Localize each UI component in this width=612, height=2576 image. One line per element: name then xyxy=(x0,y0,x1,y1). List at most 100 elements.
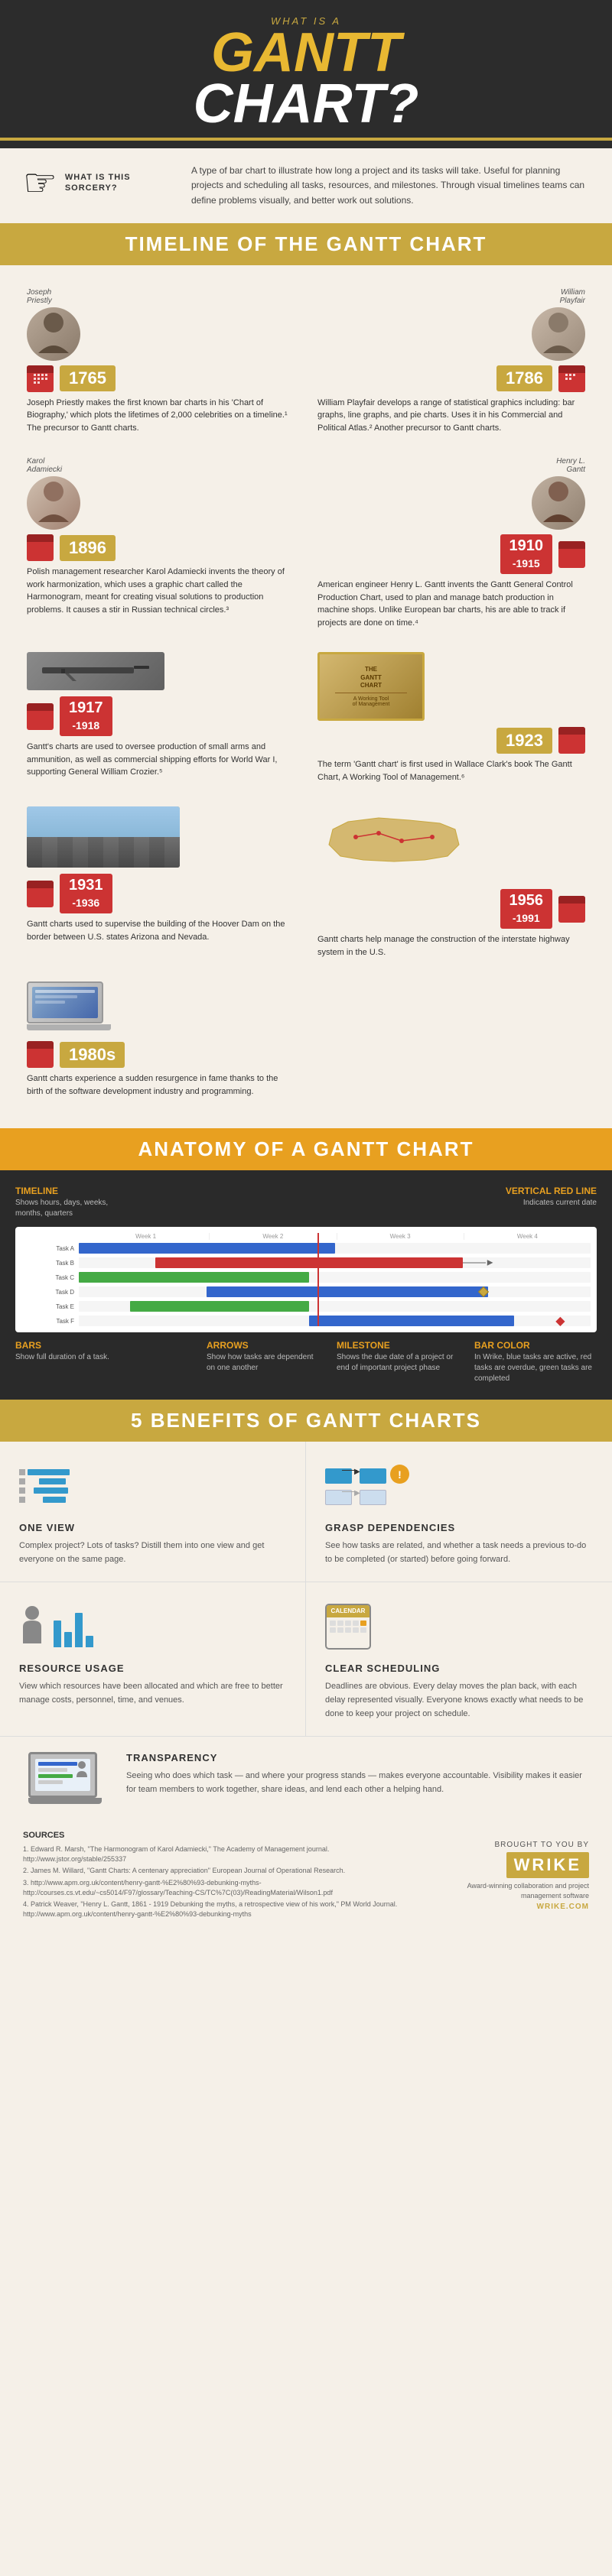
timeline-text-1786: William Playfair develops a range of sta… xyxy=(317,397,585,435)
calendar-icon-1917 xyxy=(27,703,54,730)
gantt-chart-visual: Week 1 Week 2 Week 3 Week 4 Task A Task … xyxy=(15,1227,597,1332)
gun-image xyxy=(27,652,164,690)
person-silhouette-icon xyxy=(19,1605,46,1647)
calendar-icon-1931 xyxy=(27,881,54,907)
date-badge-1923: 1923 xyxy=(496,728,552,754)
one-view-icon xyxy=(19,1469,88,1503)
timeline-row-1765-1786: JosephPriestly xyxy=(15,281,597,443)
gantt-silhouette-icon xyxy=(539,480,578,526)
anatomy-bars-title: Bars xyxy=(15,1340,109,1351)
anatomy-milestone-title: Milestone xyxy=(337,1340,459,1351)
sorcery-section: ☞ What is thisSorcery? A type of bar cha… xyxy=(0,148,612,223)
calendar-icon-1910 xyxy=(558,541,585,568)
anatomy-milestone-label: Milestone Shows the due date of a projec… xyxy=(337,1340,459,1374)
warning-triangle-icon: ! xyxy=(390,1465,409,1484)
calendar-grid-icon-1786 xyxy=(565,373,580,387)
timeline-item-1786: WilliamPlayfair 1786 xyxy=(306,281,597,443)
person-adamiecki-label: KarolAdamiecki xyxy=(27,457,295,474)
timeline-text-1980s: Gantt charts experience a sudden resurge… xyxy=(27,1072,295,1098)
timeline-text-1923: The term 'Gantt chart' is first used in … xyxy=(317,758,585,784)
timeline-item-1923: TheGanttChart A Working Toolof Managemen… xyxy=(306,644,597,791)
timeline-title: Timeline of the Gantt Chart xyxy=(9,232,603,256)
sources-section: Sources 1. Edward R. Marsh, "The Harmono… xyxy=(0,1819,612,1932)
hoover-dam-image xyxy=(27,806,180,868)
one-view-title: One View xyxy=(19,1522,286,1533)
gun-icon xyxy=(34,660,157,683)
timeline-row-1896-1910: KarolAdamiecki 1896 Polish management re… xyxy=(15,449,597,637)
date-badge-1910: 1910-1915 xyxy=(500,534,553,574)
timeline-item-1910: Henry L.Gantt 1910-1915 American eng xyxy=(306,449,597,637)
red-vertical-line xyxy=(317,1233,319,1326)
wrike-logo-text: Wrike xyxy=(514,1855,581,1874)
anatomy-timeline-title: Timeline xyxy=(15,1186,130,1196)
timeline-item-1931: 1931-1936 Gantt charts used to supervise… xyxy=(15,799,306,966)
anatomy-timeline-label: Timeline Shows hours, days, weeks, month… xyxy=(15,1186,130,1219)
date-badge-1765: 1765 xyxy=(60,365,116,391)
adamiecki-silhouette-icon xyxy=(34,480,73,526)
timeline-section-header: Timeline of the Gantt Chart xyxy=(0,223,612,265)
timeline-section: JosephPriestly xyxy=(0,265,612,1129)
anatomy-arrows-desc: Show how tasks are dependent on one anot… xyxy=(207,1352,321,1374)
timeline-empty-right xyxy=(306,974,597,1105)
wrike-logo: Wrike xyxy=(506,1852,589,1878)
anatomy-bar-color-label: Bar Color In Wrike, blue tasks are activ… xyxy=(474,1340,597,1384)
benefits-section-header: 5 Benefits of Gantt Charts xyxy=(0,1400,612,1442)
anatomy-arrows-title: Arrows xyxy=(207,1340,321,1351)
calendar-icon-1956 xyxy=(558,896,585,923)
person-adamiecki-portrait xyxy=(27,476,80,530)
anatomy-bottom-left-labels: Bars Show full duration of a task. xyxy=(15,1340,109,1384)
resource-usage-desc: View which resources have been allocated… xyxy=(19,1680,286,1707)
benefits-content: One View Complex project? Lots of tasks?… xyxy=(0,1442,612,1819)
timeline-item-1765: JosephPriestly xyxy=(15,281,306,443)
benefits-title: 5 Benefits of Gantt Charts xyxy=(9,1409,603,1432)
date-badge-1896: 1896 xyxy=(60,535,116,561)
transparency-desc: Seeing who does which task — and where y… xyxy=(126,1770,593,1796)
anatomy-bar-color-title: Bar Color xyxy=(474,1340,597,1351)
anatomy-redline-title: Vertical Red Line xyxy=(459,1186,597,1196)
clear-scheduling-icon: CALENDAR xyxy=(325,1604,371,1650)
person-playfair-label: WilliamPlayfair xyxy=(560,288,585,305)
timeline-row-1931-1956: 1931-1936 Gantt charts used to supervise… xyxy=(15,799,597,966)
anatomy-title: Anatomy of a Gantt Chart xyxy=(9,1137,603,1161)
person-priestley-label: JosephPriestly xyxy=(27,288,295,305)
anatomy-content: Timeline Shows hours, days, weeks, month… xyxy=(0,1170,612,1400)
timeline-text-1931: Gantt charts used to supervise the build… xyxy=(27,918,295,943)
sources-title: Sources xyxy=(23,1831,421,1840)
book-image: TheGanttChart A Working Toolof Managemen… xyxy=(317,652,425,721)
date-badge-1956: 1956-1991 xyxy=(500,889,553,929)
anatomy-bottom-right-labels: Arrows Show how tasks are dependent on o… xyxy=(207,1340,597,1384)
priestley-silhouette-icon xyxy=(34,311,73,357)
transparency-icon xyxy=(28,1752,102,1804)
timeline-row-1980s: 1980s Gantt charts experience a sudden r… xyxy=(15,974,597,1105)
wrike-tagline: Award-winning collaboration and project … xyxy=(451,1881,589,1900)
anatomy-section-header: Anatomy of a Gantt Chart xyxy=(0,1128,612,1170)
usa-map-image xyxy=(317,806,470,883)
source-3: 3. http://www.apm.org.uk/content/henry-g… xyxy=(23,1878,421,1897)
transparency-title: Transparency xyxy=(126,1752,593,1763)
anatomy-milestone-desc: Shows the due date of a project or end o… xyxy=(337,1352,459,1374)
timeline-text-1917: Gantt's charts are used to oversee produ… xyxy=(27,741,295,779)
person-priestley-portrait xyxy=(27,307,80,361)
person-playfair-portrait xyxy=(532,307,585,361)
timeline-text-1896: Polish management researcher Karol Adami… xyxy=(27,566,295,616)
person-gantt-label: Henry L.Gantt xyxy=(556,457,585,474)
anatomy-timeline-desc: Shows hours, days, weeks, months, quarte… xyxy=(15,1198,130,1219)
source-2: 2. James M. Willard, "Gantt Charts: A ce… xyxy=(23,1866,421,1876)
calendar-icon-1765 xyxy=(27,365,54,392)
wrike-url: WRIKE.COM xyxy=(537,1903,589,1911)
grasp-dependencies-desc: See how tasks are related, and whether a… xyxy=(325,1539,593,1566)
grasp-dependencies-icon: ▶ ▶ ! xyxy=(325,1465,409,1507)
screen-person-icon xyxy=(75,1760,89,1777)
timeline-text-1765: Joseph Priestly makes the first known ba… xyxy=(27,397,295,435)
anatomy-bar-color-desc: In Wrike, blue tasks are active, red tas… xyxy=(474,1352,597,1384)
sorcery-label: What is thisSorcery? xyxy=(65,172,131,194)
anatomy-bars-desc: Show full duration of a task. xyxy=(15,1352,109,1363)
calendar-icon-1786 xyxy=(558,365,585,392)
sorcery-left: ☞ What is thisSorcery? xyxy=(23,164,176,202)
date-badge-1931: 1931-1936 xyxy=(60,874,112,913)
header-section: What is a Gantt Chart? xyxy=(0,0,612,148)
anatomy-arrows-label: Arrows Show how tasks are dependent on o… xyxy=(207,1340,321,1374)
computer-image xyxy=(27,981,119,1035)
source-1: 1. Edward R. Marsh, "The Harmonogram of … xyxy=(23,1844,421,1864)
calendar-icon-1923 xyxy=(558,727,585,754)
